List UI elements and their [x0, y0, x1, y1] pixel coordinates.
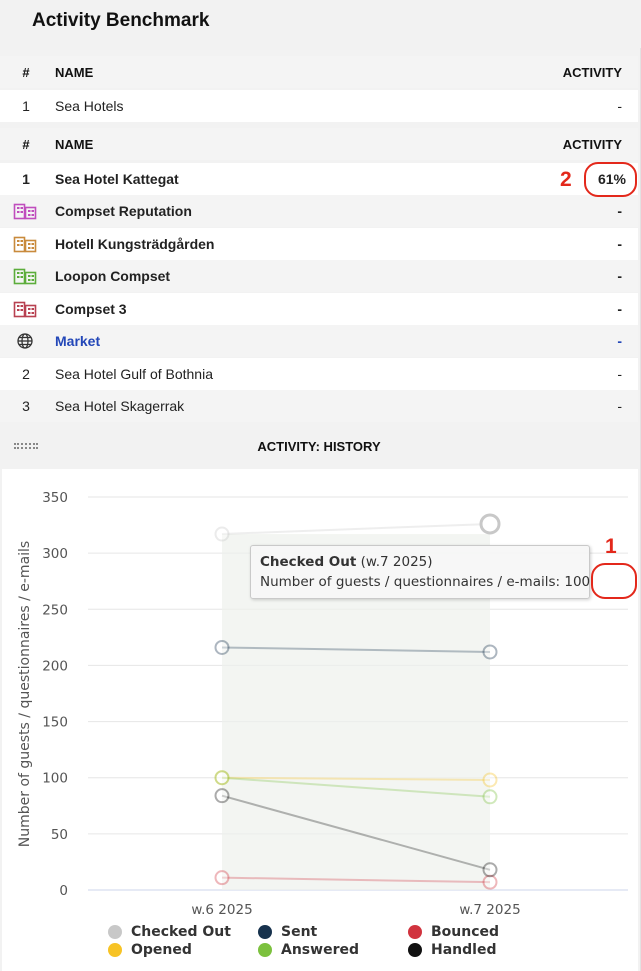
activity-history-chart: 0 50 100 150 200 250 300 350 w.6 2025 w.7 2025 Nu… — [17, 490, 628, 918]
data-point — [214, 770, 230, 786]
legend-swatch — [108, 925, 122, 939]
data-point — [214, 788, 230, 804]
y-tick-label: 200 — [42, 658, 68, 674]
legend-item-opened[interactable]: Opened — [108, 942, 192, 958]
legend-item-bounced[interactable]: Bounced — [408, 924, 499, 940]
legend-swatch — [408, 943, 422, 957]
data-point — [482, 874, 498, 890]
series-line — [221, 522, 491, 536]
legend-swatch — [258, 943, 272, 957]
data-point — [214, 870, 230, 886]
data-point — [214, 639, 230, 655]
x-tick-label: w.6 2025 — [191, 902, 252, 918]
legend-label: Bounced — [431, 924, 500, 940]
x-tick-label: w.7 2025 — [459, 902, 520, 918]
tooltip-period: (w.7 2025) — [360, 554, 433, 570]
legend-label: Opened — [131, 942, 192, 958]
legend-label: Answered — [281, 942, 359, 958]
legend-item-checked-out[interactable]: Checked Out — [108, 924, 231, 940]
annotation-circle-tooltip-value — [591, 563, 637, 599]
legend-swatch — [258, 925, 272, 939]
tooltip-value: 100 — [564, 574, 591, 590]
activity-benchmark-widget: Activity Benchmark # NAME ACTIVITY 1 Sea… — [0, 0, 641, 971]
y-tick-label: 350 — [42, 490, 68, 506]
data-point — [479, 513, 501, 535]
y-tick-label: 250 — [42, 602, 68, 618]
legend-swatch — [108, 943, 122, 957]
y-axis-title: Number of guests / questionnaires / e-ma… — [17, 541, 33, 847]
y-tick-label: 100 — [42, 771, 68, 787]
chart-tooltip: Checked Out (w.7 2025) Number of guests … — [250, 545, 590, 599]
annotation-number-1: 1 — [605, 535, 617, 558]
tooltip-series-name: Checked Out — [260, 554, 357, 570]
y-tick-label: 150 — [42, 715, 68, 731]
legend-item-sent[interactable]: Sent — [258, 924, 317, 940]
legend-label: Handled — [431, 942, 497, 958]
legend-label: Checked Out — [131, 924, 231, 940]
data-point — [482, 772, 498, 788]
y-tick-label: 50 — [51, 827, 68, 843]
data-point — [482, 862, 498, 878]
data-point — [482, 789, 498, 805]
y-tick-label: 300 — [42, 546, 68, 562]
data-point — [482, 644, 498, 660]
legend-label: Sent — [281, 924, 318, 940]
data-point — [214, 526, 230, 542]
y-tick-label: 0 — [59, 883, 68, 899]
legend-swatch — [408, 925, 422, 939]
legend-item-answered[interactable]: Answered — [258, 942, 359, 958]
tooltip-label: Number of guests / questionnaires / e-ma… — [260, 574, 561, 590]
legend-item-handled[interactable]: Handled — [408, 942, 496, 958]
